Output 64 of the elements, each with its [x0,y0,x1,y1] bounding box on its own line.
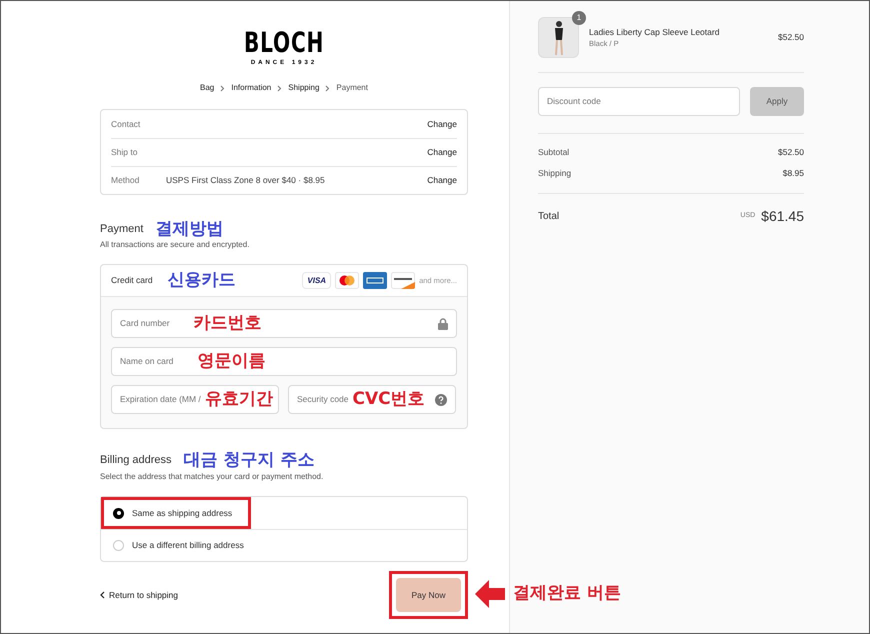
review-value: USPS First Class Zone 8 over $40 · $8.95 [166,174,326,187]
input-field[interactable]: Name on card 영문이름 [111,347,457,376]
annotation-label: 대금 청구지 주소 [184,449,314,471]
breadcrumb-item[interactable]: Bag [200,82,214,94]
input-field[interactable]: Card number 카드번호 [111,309,457,338]
field-placeholder: Security code [297,393,348,406]
annotation-label: 카드번호 [194,312,262,335]
review-label: Ship to [111,146,138,159]
annotation-label: CVC번호 [352,388,425,411]
annotation-label: 신용카드 [168,268,236,292]
card-brand-logo [391,272,416,289]
discount-code-field[interactable]: Discount code [538,87,740,116]
input-field[interactable]: Security code CVC번호 [288,385,456,414]
quantity-badge: 1 [572,11,586,25]
radio-label: Use a different billing address [132,539,244,552]
breadcrumb-item[interactable]: Payment [336,82,368,94]
radio-label: Same as shipping address [132,506,232,520]
field-placeholder: Expiration date (MM / [120,393,201,406]
chevron-right-icon [325,84,330,92]
brand-logo[interactable]: BLOCH [244,29,324,57]
section-heading: Payment [100,222,144,237]
annotation-label: 결제완료 버튼 [513,582,621,606]
pay-now-button[interactable]: Pay Now [396,578,461,612]
change-link[interactable]: Change [427,146,457,159]
summary-label: Shipping [538,166,572,180]
change-link[interactable]: Change [427,174,457,187]
breadcrumb-item[interactable]: Shipping [288,82,320,94]
apply-button[interactable]: Apply [750,87,804,116]
arrow-left-icon [475,579,505,609]
field-placeholder: Name on card [120,355,174,368]
section-heading: Billing address [100,452,172,468]
chevron-left-icon [100,591,105,599]
chevron-right-icon [220,84,226,92]
review-label: Method [111,174,140,187]
payment-option-label[interactable]: Credit card [111,274,153,287]
return-link[interactable]: Return to shipping [100,588,178,602]
chevron-right-icon [277,84,282,92]
card-brand-logo [363,272,388,289]
lock-icon [438,318,448,330]
breadcrumb-item[interactable]: Information [231,82,272,94]
annotation-label: 영문이름 [197,350,266,373]
radio-button[interactable] [113,508,124,518]
help-icon [435,394,447,406]
radio-button[interactable] [113,540,124,551]
product-price: $52.50 [778,31,804,44]
review-label: Contact [111,118,142,130]
card-brand-logo: VISA [302,272,332,289]
input-field[interactable]: Expiration date (MM / 유효기간 [111,385,279,414]
product-name: Ladies Liberty Cap Sleeve Leotard [589,26,720,38]
annotation-label: 결제방법 [155,219,224,239]
summary-value: $8.95 [782,166,804,180]
summary-value: $52.50 [778,146,804,159]
field-placeholder: Discount code [547,95,601,108]
section-subtitle: All transactions are secure and encrypted. [100,239,250,251]
radio-option[interactable]: Use a different billing address [101,529,467,561]
section-subtitle: Select the address that matches your card or payment method. [100,471,324,483]
summary-label: Subtotal [538,146,570,159]
card-brand-logo [335,272,360,289]
radio-option[interactable]: Same as shipping address [101,497,467,529]
change-link[interactable]: Change [427,118,457,130]
total-label: Total [538,210,560,224]
annotation-label: 유효기간 [204,388,273,411]
field-placeholder: Card number [120,317,170,330]
total-amount: $61.45 [761,206,804,226]
